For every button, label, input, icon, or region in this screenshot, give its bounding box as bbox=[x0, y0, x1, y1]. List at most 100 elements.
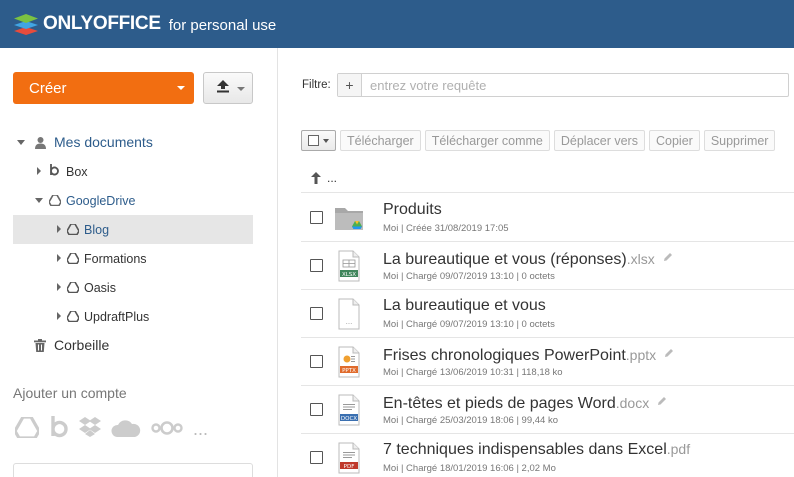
nextcloud-icon[interactable] bbox=[151, 420, 183, 435]
file-checkbox[interactable] bbox=[310, 403, 323, 416]
file-meta: Moi | Chargé 13/06/2019 10:31 | 118,18 k… bbox=[383, 367, 563, 378]
filter-input[interactable] bbox=[370, 77, 770, 93]
chevron-down-icon bbox=[177, 86, 185, 90]
file-row[interactable]: Produits Moi | Créée 31/08/2019 17:05 bbox=[301, 194, 794, 242]
tree-item-googledrive[interactable]: GoogleDrive bbox=[13, 186, 253, 215]
filter-box: + bbox=[337, 73, 789, 97]
file-name[interactable]: 7 techniques indispensables dans Excel.p… bbox=[383, 441, 690, 459]
tree-item-label: Box bbox=[66, 165, 88, 179]
chevron-down-icon bbox=[237, 87, 245, 91]
download-button[interactable]: Télécharger bbox=[340, 130, 421, 151]
file-row[interactable]: XLSX La bureautique et vous (réponses).x… bbox=[301, 242, 794, 290]
parent-folder-label: ... bbox=[327, 171, 338, 185]
pdf-file-icon: PDF bbox=[335, 442, 363, 474]
svg-text:XLSX: XLSX bbox=[342, 272, 356, 278]
select-all-dropdown[interactable] bbox=[301, 130, 336, 151]
dropbox-icon[interactable] bbox=[79, 417, 101, 438]
google-drive-icon bbox=[49, 195, 61, 206]
svg-text:PPTX: PPTX bbox=[342, 368, 356, 374]
file-row[interactable]: PDF 7 techniques indispensables dans Exc… bbox=[301, 434, 794, 477]
brand-name[interactable]: ONLYOFFICE bbox=[43, 13, 161, 35]
upload-icon bbox=[216, 79, 230, 98]
tree-item-label: Oasis bbox=[84, 281, 116, 295]
expand-arrow-icon[interactable] bbox=[17, 140, 25, 145]
svg-text:...: ... bbox=[346, 318, 353, 326]
google-drive-icon bbox=[67, 282, 79, 293]
file-checkbox[interactable] bbox=[310, 259, 323, 272]
file-list: Produits Moi | Créée 31/08/2019 17:05 XL… bbox=[301, 194, 794, 477]
expand-arrow-icon[interactable] bbox=[57, 254, 61, 262]
docx-file-icon: DOCX bbox=[335, 394, 363, 426]
file-meta: Moi | Chargé 18/01/2019 16:06 | 2,02 Mo bbox=[383, 463, 556, 474]
tree-item-label: Formations bbox=[84, 252, 147, 266]
expand-arrow-icon[interactable] bbox=[57, 225, 61, 233]
edit-pencil-icon[interactable] bbox=[664, 345, 674, 363]
edit-pencil-icon[interactable] bbox=[663, 249, 673, 267]
move-to-button[interactable]: Déplacer vers bbox=[553, 130, 645, 151]
tree-item-blog[interactable]: Blog bbox=[13, 215, 253, 244]
file-row[interactable]: PPTX Frises chronologiques PowerPoint.pp… bbox=[301, 338, 794, 386]
google-drive-icon[interactable] bbox=[15, 417, 39, 438]
filter-label: Filtre: bbox=[302, 79, 331, 91]
google-drive-icon bbox=[67, 311, 79, 322]
file-name[interactable]: La bureautique et vous (réponses).xlsx bbox=[383, 249, 673, 269]
onlyoffice-logo-icon[interactable] bbox=[13, 11, 39, 37]
folder-tree: Mes documents Box GoogleDrive Blog Forma… bbox=[13, 128, 253, 360]
account-providers: ... bbox=[15, 415, 208, 440]
user-icon bbox=[34, 136, 47, 149]
tree-item-label: UpdraftPlus bbox=[84, 310, 150, 324]
file-name[interactable]: Frises chronologiques PowerPoint.pptx bbox=[383, 345, 674, 365]
tree-item-label: Corbeille bbox=[54, 337, 110, 353]
level-up-icon bbox=[311, 172, 321, 184]
brand-subtitle: for personal use bbox=[168, 17, 277, 34]
onedrive-icon[interactable] bbox=[111, 419, 141, 437]
file-toolbar: Télécharger Télécharger comme Déplacer v… bbox=[301, 130, 776, 151]
box-icon bbox=[49, 164, 60, 177]
tree-item-label: Blog bbox=[84, 223, 110, 237]
parent-folder-row[interactable]: ... bbox=[301, 164, 794, 193]
sidebar: Créer Mes documents Box GoogleDrive Blog… bbox=[0, 48, 278, 477]
copy-button[interactable]: Copier bbox=[648, 130, 700, 151]
tree-item-trash[interactable]: Corbeille bbox=[13, 331, 253, 360]
select-all-checkbox[interactable] bbox=[308, 135, 319, 146]
edit-pencil-icon[interactable] bbox=[657, 393, 667, 411]
box-icon[interactable] bbox=[49, 415, 69, 440]
download-as-button[interactable]: Télécharger comme bbox=[424, 130, 550, 151]
expand-arrow-icon[interactable] bbox=[57, 283, 61, 291]
expand-arrow-icon[interactable] bbox=[57, 312, 61, 320]
file-checkbox[interactable] bbox=[310, 451, 323, 464]
sidebar-panel bbox=[13, 463, 253, 477]
pptx-file-icon: PPTX bbox=[335, 346, 363, 378]
chevron-down-icon bbox=[323, 138, 329, 143]
tree-item-label: GoogleDrive bbox=[66, 194, 136, 208]
svg-text:PDF: PDF bbox=[344, 464, 355, 470]
file-meta: Moi | Chargé 09/07/2019 13:10 | 0 octets bbox=[383, 271, 555, 282]
tree-item-box[interactable]: Box bbox=[13, 157, 253, 186]
blank-file-icon: ... bbox=[335, 298, 363, 330]
expand-arrow-icon[interactable] bbox=[37, 167, 41, 175]
file-checkbox[interactable] bbox=[310, 211, 323, 224]
file-name[interactable]: Produits bbox=[383, 201, 442, 219]
create-button[interactable]: Créer bbox=[13, 72, 194, 104]
tree-item-my-documents[interactable]: Mes documents bbox=[13, 128, 253, 157]
file-row[interactable]: DOCX En-têtes et pieds de pages Word.doc… bbox=[301, 386, 794, 434]
trash-icon bbox=[34, 339, 46, 352]
delete-button[interactable]: Supprimer bbox=[703, 130, 776, 151]
google-drive-icon bbox=[67, 253, 79, 264]
tree-item-label: Mes documents bbox=[54, 134, 153, 150]
tree-item-oasis[interactable]: Oasis bbox=[13, 273, 253, 302]
tree-item-updraftplus[interactable]: UpdraftPlus bbox=[13, 302, 253, 331]
file-checkbox[interactable] bbox=[310, 307, 323, 320]
more-icon[interactable]: ... bbox=[193, 419, 208, 440]
file-name[interactable]: En-têtes et pieds de pages Word.docx bbox=[383, 393, 667, 413]
tree-item-formations[interactable]: Formations bbox=[13, 244, 253, 273]
expand-arrow-icon[interactable] bbox=[35, 198, 43, 203]
upload-button[interactable] bbox=[203, 72, 253, 104]
top-header: ONLYOFFICE for personal use bbox=[0, 0, 794, 48]
xlsx-file-icon: XLSX bbox=[335, 250, 363, 282]
file-name[interactable]: La bureautique et vous bbox=[383, 297, 546, 315]
file-meta: Moi | Chargé 09/07/2019 13:10 | 0 octets bbox=[383, 319, 555, 330]
file-checkbox[interactable] bbox=[310, 355, 323, 368]
add-filter-button[interactable]: + bbox=[338, 74, 362, 96]
file-row[interactable]: ... La bureautique et vous Moi | Chargé … bbox=[301, 290, 794, 338]
